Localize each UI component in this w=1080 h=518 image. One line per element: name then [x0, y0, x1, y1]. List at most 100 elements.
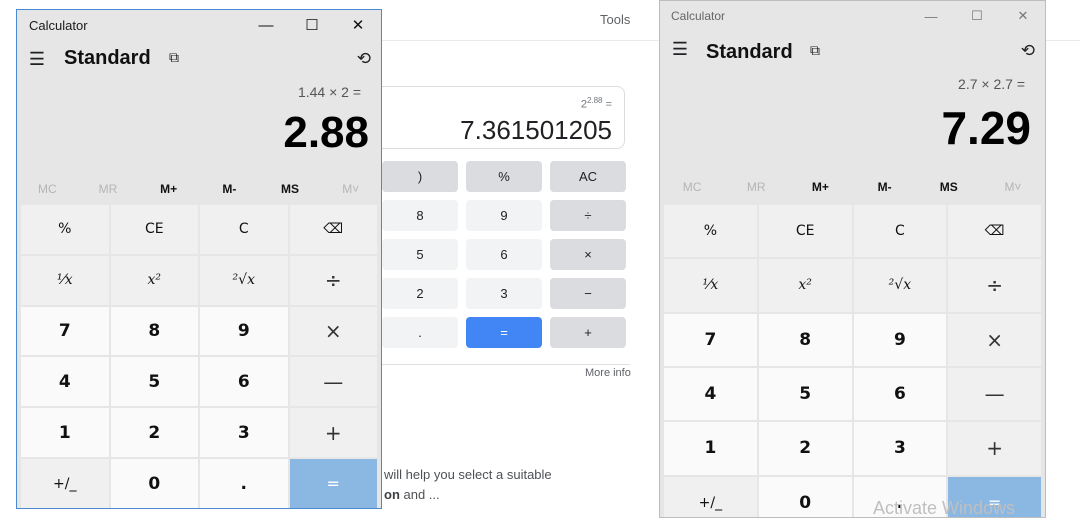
subtract-button[interactable]: — [289, 357, 377, 407]
square-root-label: ²√x [888, 277, 912, 294]
digit-5-button[interactable]: 5 [110, 357, 198, 407]
search-calculator-expression: 22.88 = [580, 96, 612, 111]
backspace-button[interactable]: ⌫ [948, 205, 1041, 258]
add-button[interactable]: + [289, 408, 377, 458]
close-button[interactable]: ✕ [335, 10, 381, 40]
digit-4-button[interactable]: 4 [21, 357, 109, 407]
multiply-button[interactable]: × [289, 306, 377, 356]
digit-1-button[interactable]: 1 [664, 422, 757, 475]
window-title: Calculator [29, 18, 88, 33]
digit-8-button[interactable]: 8 [110, 306, 198, 356]
digit-1-button[interactable]: 1 [21, 408, 109, 458]
search-calculator-key[interactable]: ) [382, 161, 458, 192]
digit-4-button[interactable]: 4 [664, 367, 757, 421]
clear-entry-button[interactable]: CE [758, 205, 852, 258]
search-calculator-key[interactable]: AC [550, 161, 626, 192]
clear-button[interactable]: C [853, 205, 947, 258]
digit-2-button[interactable]: 2 [110, 408, 198, 458]
reciprocal-button[interactable]: ¹⁄x [21, 255, 109, 305]
reciprocal-button[interactable]: ¹⁄x [664, 259, 757, 312]
divide-button[interactable]: ÷ [289, 255, 377, 305]
memory-mc-button[interactable]: MC [17, 176, 78, 202]
maximize-button[interactable]: ☐ [289, 10, 335, 40]
search-calculator-key[interactable]: = [466, 317, 542, 348]
digit-0-button[interactable]: 0 [758, 476, 852, 517]
square-root-button[interactable]: ²√x [200, 255, 288, 305]
memory-mr-button[interactable]: MR [724, 174, 788, 200]
reciprocal-label: ¹⁄x [702, 277, 719, 294]
backspace-button[interactable]: ⌫ [289, 205, 377, 254]
memory-list-button[interactable]: M˅ [981, 174, 1045, 200]
digit-0-button[interactable]: 0 [110, 459, 198, 508]
memory-ms-button[interactable]: MS [260, 176, 321, 202]
search-calculator-key[interactable]: 8 [382, 200, 458, 231]
calculator-header: ☰ Standard ⧉ ⟲ [660, 31, 1045, 71]
square-label: x² [147, 272, 161, 289]
digit-6-button[interactable]: 6 [200, 357, 288, 407]
search-calculator-key[interactable]: ÷ [550, 200, 626, 231]
hamburger-menu-icon[interactable]: ☰ [27, 49, 47, 69]
memory-mr-button[interactable]: MR [78, 176, 139, 202]
result-divider [380, 364, 630, 365]
memory-mplus-button[interactable]: M+ [788, 174, 852, 200]
memory-mc-button[interactable]: MC [660, 174, 724, 200]
digit-5-button[interactable]: 5 [758, 367, 852, 421]
history-icon[interactable]: ⟲ [1021, 41, 1035, 61]
keypad: % CE C ⌫ ¹⁄x x² ²√x ÷ 7 8 9 × 4 5 6—1 2 3 + +/_ 0. = [664, 205, 1041, 517]
negate-button[interactable]: +/_ [21, 459, 109, 508]
digit-6-button[interactable]: 6 [853, 367, 947, 421]
search-calculator-key[interactable]: 6 [466, 239, 542, 270]
search-calculator-key[interactable]: × [550, 239, 626, 270]
search-calculator-key[interactable]: 9 [466, 200, 542, 231]
keep-on-top-icon[interactable]: ⧉ [169, 49, 179, 66]
digit-3-button[interactable]: 3 [200, 408, 288, 458]
add-button[interactable]: + [948, 422, 1041, 475]
digit-7-button[interactable]: 7 [664, 313, 757, 366]
more-info-link[interactable]: More info [585, 367, 631, 379]
equals-button[interactable]: = [289, 459, 377, 508]
maximize-button[interactable]: ☐ [954, 1, 1000, 31]
minimize-button[interactable]: — [908, 1, 954, 31]
negate-button[interactable]: +/_ [664, 476, 757, 517]
square-root-button[interactable]: ²√x [853, 259, 947, 312]
decimal-button[interactable]: . [200, 459, 288, 508]
percent-button[interactable]: % [664, 205, 757, 258]
memory-list-button[interactable]: M˅ [320, 176, 381, 202]
square-button[interactable]: x² [110, 255, 198, 305]
digit-7-button[interactable]: 7 [21, 306, 109, 356]
title-bar[interactable]: Calculator — ☐ ✕ [17, 10, 381, 40]
square-button[interactable]: x² [758, 259, 852, 312]
tools-link[interactable]: Tools [600, 12, 630, 27]
digit-3-button[interactable]: 3 [853, 422, 947, 475]
history-icon[interactable]: ⟲ [357, 49, 371, 69]
search-calculator-key[interactable]: . [382, 317, 458, 348]
search-calculator-key[interactable]: 5 [382, 239, 458, 270]
search-calculator-key[interactable]: + [550, 317, 626, 348]
square-root-label: ²√x [232, 272, 255, 289]
divide-button[interactable]: ÷ [948, 259, 1041, 312]
memory-ms-button[interactable]: MS [917, 174, 981, 200]
digit-2-button[interactable]: 2 [758, 422, 852, 475]
memory-mplus-button[interactable]: M+ [138, 176, 199, 202]
search-calculator-key[interactable]: − [550, 278, 626, 309]
memory-mminus-button[interactable]: M- [199, 176, 260, 202]
activate-windows-watermark: Activate Windows [873, 498, 1016, 518]
percent-button[interactable]: % [21, 205, 109, 254]
search-calculator-key[interactable]: 2 [382, 278, 458, 309]
digit-9-button[interactable]: 9 [853, 313, 947, 366]
digit-9-button[interactable]: 9 [200, 306, 288, 356]
title-bar[interactable]: Calculator — ☐ ✕ [660, 1, 1045, 31]
memory-mminus-button[interactable]: M- [853, 174, 917, 200]
calculator-window-right: Calculator — ☐ ✕ ☰ Standard ⧉ ⟲ 2.7 × 2.… [659, 0, 1046, 518]
keep-on-top-icon[interactable]: ⧉ [810, 42, 820, 59]
hamburger-menu-icon[interactable]: ☰ [670, 39, 690, 59]
search-calculator-key[interactable]: % [466, 161, 542, 192]
subtract-button[interactable]: — [948, 367, 1041, 421]
digit-8-button[interactable]: 8 [758, 313, 852, 366]
minimize-button[interactable]: — [243, 10, 289, 40]
close-button[interactable]: ✕ [1000, 1, 1045, 31]
clear-entry-button[interactable]: CE [110, 205, 198, 254]
clear-button[interactable]: C [200, 205, 288, 254]
search-calculator-key[interactable]: 3 [466, 278, 542, 309]
multiply-button[interactable]: × [948, 313, 1041, 366]
